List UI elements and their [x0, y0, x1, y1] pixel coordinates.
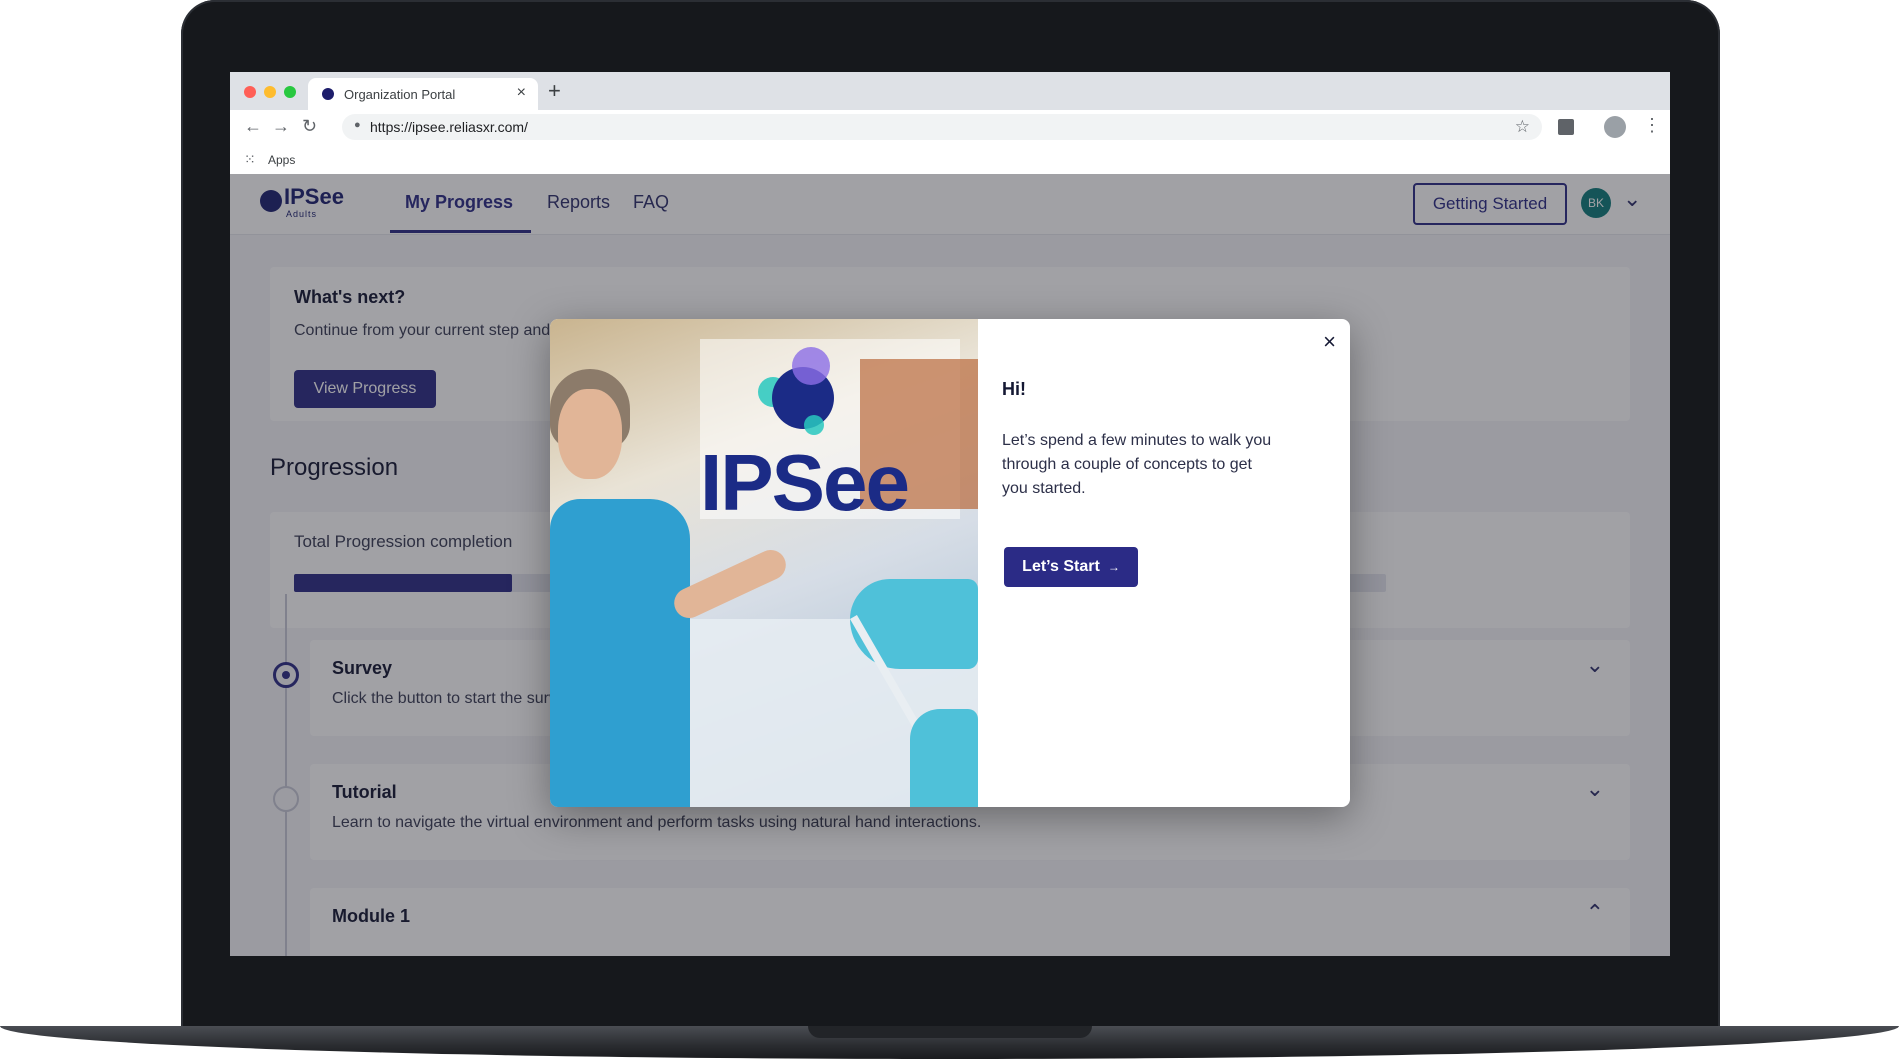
address-bar[interactable]: ● https://ipsee.reliasxr.com/ ☆: [342, 114, 1542, 140]
logo-bubble-icon: [804, 415, 824, 435]
back-icon[interactable]: ←: [244, 116, 262, 137]
lets-start-button[interactable]: Let’s Start →: [1004, 547, 1138, 587]
modal-title: Hi!: [1002, 379, 1026, 399]
hero-logo-text: IPSee: [700, 438, 910, 527]
bookmarks-bar: ⁙ Apps: [230, 144, 1670, 175]
browser-profile-icon[interactable]: [1604, 116, 1626, 138]
nurse-scrubs: [550, 499, 690, 807]
url-text: https://ipsee.reliasxr.com/: [370, 119, 528, 135]
extension-icon[interactable]: [1558, 119, 1574, 135]
browser-menu-icon[interactable]: ⋮: [1643, 115, 1661, 136]
minimize-window-dot[interactable]: [264, 86, 276, 98]
modal-body: Let’s spend a few minutes to walk you th…: [1002, 432, 1272, 497]
gloved-hand-top: [850, 579, 978, 669]
browser-tab-strip: Organization Portal × +: [230, 72, 1670, 110]
nurse-face: [558, 389, 622, 479]
bookmark-star-icon[interactable]: ☆: [1515, 117, 1530, 137]
laptop-notch: [808, 1026, 1092, 1038]
browser-tab[interactable]: Organization Portal ×: [308, 78, 538, 110]
maximize-window-dot[interactable]: [284, 86, 296, 98]
lets-start-label: Let’s Start: [1022, 558, 1100, 575]
new-tab-icon[interactable]: +: [548, 78, 561, 104]
screen: Organization Portal × + ← → ↻ ● https://…: [230, 72, 1670, 956]
logo-bubble-icon: [792, 347, 830, 385]
forward-icon[interactable]: →: [272, 116, 290, 137]
close-icon[interactable]: ×: [1323, 329, 1336, 355]
bookmark-apps[interactable]: Apps: [268, 153, 295, 167]
app-page: IPSee Adults My Progress Reports FAQ Get…: [230, 174, 1670, 956]
tab-title: Organization Portal: [344, 87, 456, 102]
apps-grid-icon[interactable]: ⁙: [244, 151, 256, 168]
favicon-icon: [322, 88, 334, 100]
tab-close-icon[interactable]: ×: [517, 84, 526, 102]
lock-icon: ●: [354, 119, 361, 131]
browser-toolbar: ← → ↻ ● https://ipsee.reliasxr.com/ ☆ ⋮: [230, 110, 1670, 144]
welcome-modal: IPSee × Hi! Let’s spend a few minutes to…: [550, 319, 1350, 807]
hero-illustration: IPSee: [550, 319, 978, 807]
arrow-right-icon: →: [1107, 560, 1120, 574]
reload-icon[interactable]: ↻: [302, 116, 317, 137]
close-window-dot[interactable]: [244, 86, 256, 98]
gloved-hand-bottom: [910, 709, 978, 807]
